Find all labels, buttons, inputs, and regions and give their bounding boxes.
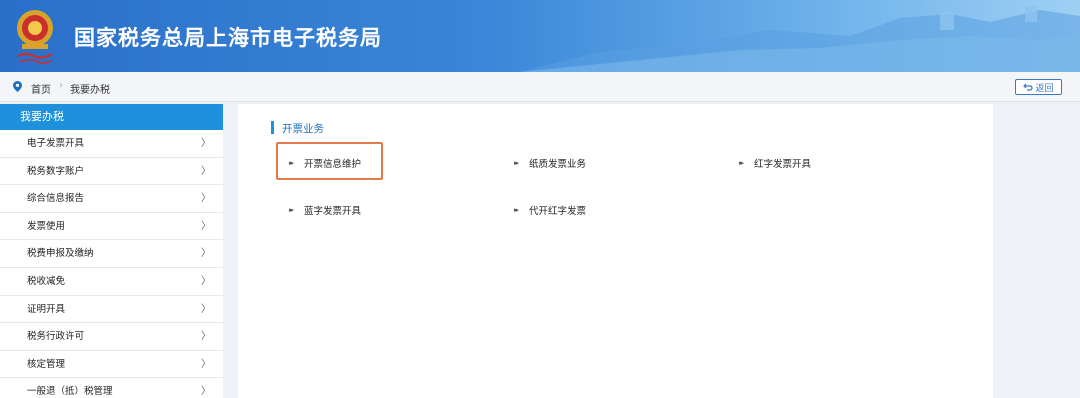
chevron-right-icon: 〉 [201,275,211,287]
breadcrumb-current: 我要办税 [70,85,110,96]
sidebar-item-admin-permit[interactable]: 税务行政许可 〉 [0,323,223,351]
breadcrumb-home-link[interactable]: 首页 [31,81,51,96]
biz-item-blue-invoice[interactable]: ▸▸ 蓝字发票开具 [289,203,361,217]
chevron-right-icon: 〉 [201,303,211,315]
chevron-right-icon: 〉 [201,165,211,177]
sidebar-item-label: 税务数字账户 [27,165,85,177]
biz-item-proxy-red-invoice[interactable]: ▸▸ 代开红字发票 [514,203,586,217]
chevron-right-icon: 〉 [201,386,211,398]
tax-emblem-icon [17,10,53,64]
chevron-right-icon: 〉 [201,358,211,370]
sidebar-item-label: 税费申报及缴纳 [27,248,94,260]
site-header: 国家税务总局上海市电子税务局 [0,0,1080,72]
sidebar-item-label: 税收减免 [27,275,66,287]
double-arrow-icon: ▸▸ [739,159,744,167]
section-marker [271,121,274,134]
biz-item-paper-invoice[interactable]: ▸▸ 纸质发票业务 [514,156,586,170]
section-title: 开票业务 [282,123,324,135]
sidebar-item-tax-filing[interactable]: 税费申报及缴纳 〉 [0,240,223,268]
double-arrow-icon: ▸▸ [289,206,294,214]
return-arrow-icon [1023,83,1034,91]
sidebar-item-assessment[interactable]: 核定管理 〉 [0,351,223,379]
chevron-right-icon: 〉 [201,193,211,205]
biz-item-label: 红字发票开具 [754,159,812,170]
sidebar-item-invoice-use[interactable]: 发票使用 〉 [0,213,223,241]
sidebar-item-label: 一般退（抵）税管理 [27,386,113,398]
location-pin-icon [13,81,22,92]
sidebar-item-info-report[interactable]: 综合信息报告 〉 [0,185,223,213]
sidebar-item-label: 核定管理 [27,358,66,370]
sidebar-item-certificate[interactable]: 证明开具 〉 [0,296,223,324]
chevron-right-icon: 〉 [201,220,211,232]
double-arrow-icon: ▸▸ [514,206,519,214]
back-button[interactable]: 返回 [1015,79,1062,95]
biz-item-label: 纸质发票业务 [529,159,587,170]
sidebar-menu: 我要办税 电子发票开具〉 税务数字账户〉 综合信息报告〉 发票使用〉 税费申报及… [0,104,223,398]
double-arrow-icon: ▸▸ [514,159,519,167]
chevron-right-icon: 〉 [201,331,211,343]
sidebar-item-label: 电子发票开具 [27,138,85,149]
biz-item-label: 代开红字发票 [529,206,587,217]
sidebar-item-digital-account[interactable]: 税务数字账户 〉 [0,158,223,186]
biz-item-red-invoice[interactable]: ▸▸ 红字发票开具 [739,156,811,170]
sidebar-item-label: 证明开具 [27,303,66,315]
chevron-right-icon: 〉 [201,138,211,149]
sidebar-title: 我要办税 [0,104,223,130]
header-title: 国家税务总局上海市电子税务局 [74,26,382,50]
back-button-label: 返回 [1035,83,1054,94]
sidebar-item-e-invoice[interactable]: 电子发票开具 〉 [0,130,223,158]
breadcrumb: 首页 › 我要办税 [0,72,1080,102]
chevron-right-icon: 〉 [201,248,211,260]
highlight-box [276,142,383,180]
biz-item-label: 蓝字发票开具 [304,206,362,217]
great-wall-decoration [520,6,1080,72]
sidebar-item-refund[interactable]: 一般退（抵）税管理 〉 [0,378,223,398]
sidebar-item-tax-relief[interactable]: 税收减免 〉 [0,268,223,296]
breadcrumb-separator: › [59,80,63,91]
sidebar-item-label: 发票使用 [27,220,66,232]
sidebar-item-label: 税务行政许可 [27,331,85,343]
sidebar-item-label: 综合信息报告 [27,193,85,205]
